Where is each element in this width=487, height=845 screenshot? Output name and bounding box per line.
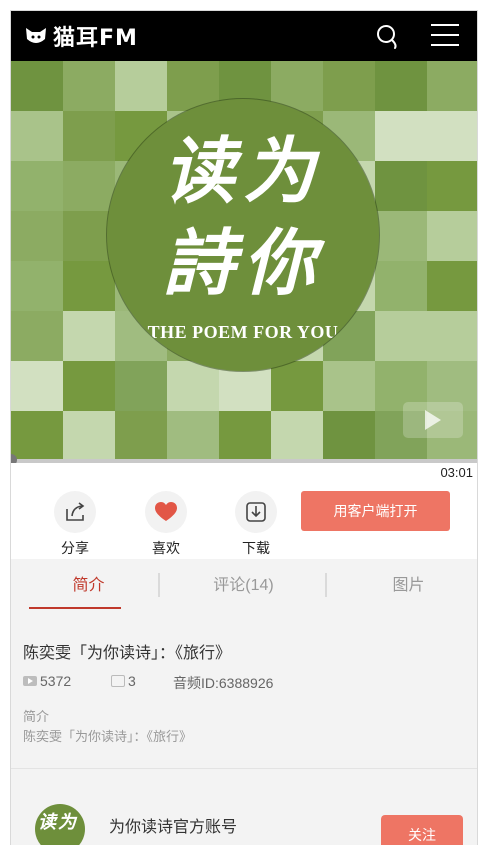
share-icon — [66, 502, 85, 521]
audio-id-value: 音频ID:6388926 — [173, 675, 274, 691]
tab-images[interactable]: 图片 — [331, 571, 477, 595]
top-bar: 猫耳FM — [11, 11, 477, 61]
mosaic-tile — [375, 111, 427, 161]
time-row: 03:01 — [11, 463, 477, 483]
tab-divider — [325, 573, 327, 597]
cover-disc-artwork: 读为 詩你 THE POEM FOR YOU — [107, 99, 379, 371]
play-button[interactable] — [403, 402, 463, 438]
share-button[interactable]: 分享 — [45, 491, 105, 558]
mosaic-tile — [375, 261, 427, 311]
cover-subtitle: THE POEM FOR YOU — [147, 322, 339, 342]
tab-intro[interactable]: 简介 — [11, 571, 166, 595]
mosaic-tile — [219, 411, 271, 461]
mosaic-tile — [271, 361, 323, 411]
sound-title: 陈奕雯「为你读诗」：《旅行》 — [23, 645, 232, 662]
mosaic-tile — [11, 261, 63, 311]
search-icon[interactable] — [375, 23, 403, 51]
active-tab-indicator — [29, 607, 121, 609]
mosaic-tile — [375, 161, 427, 211]
audio-id: 音频ID:6388926 — [173, 673, 273, 693]
mosaic-tile — [115, 61, 167, 111]
mosaic-tile — [375, 211, 427, 261]
mosaic-tile — [427, 261, 477, 311]
play-count: 5372 — [23, 673, 71, 689]
mosaic-tile — [375, 311, 427, 361]
like-button[interactable]: 喜欢 — [136, 491, 196, 558]
mosaic-tile — [11, 411, 63, 461]
mosaic-tile — [115, 411, 167, 461]
mosaic-tile — [63, 361, 115, 411]
mosaic-tile — [11, 61, 63, 111]
mosaic-tile — [427, 311, 477, 361]
mosaic-tile — [271, 411, 323, 461]
tab-bar: 简介 评论(14) 图片 — [11, 559, 477, 617]
account-name[interactable]: 为你读诗官方账号 — [109, 813, 237, 837]
album-cover: 读为 詩你 THE POEM FOR YOU — [11, 61, 477, 461]
mosaic-tile — [11, 211, 63, 261]
comment-count: 3 — [111, 673, 136, 689]
duration-label: 03:01 — [440, 465, 473, 480]
play-icon — [425, 410, 441, 430]
section-divider — [11, 768, 477, 769]
mosaic-tile — [427, 61, 477, 111]
download-button[interactable]: 下载 — [226, 491, 286, 558]
mosaic-tile — [375, 61, 427, 111]
download-label: 下载 — [242, 540, 270, 556]
tab-comments[interactable]: 评论(14) — [166, 571, 321, 595]
description-label: 简介 — [23, 709, 50, 724]
comment-count-icon — [111, 675, 125, 687]
mosaic-tile — [323, 411, 375, 461]
mosaic-tile — [115, 361, 167, 411]
open-in-app-button[interactable]: 用客户端打开 — [301, 491, 450, 531]
menu-bar — [431, 44, 459, 46]
play-count-icon — [23, 676, 37, 686]
heart-icon — [155, 502, 177, 521]
mosaic-tile — [323, 361, 375, 411]
mosaic-tile — [167, 361, 219, 411]
menu-icon[interactable] — [431, 24, 459, 48]
avatar-text: 读为 — [38, 812, 78, 833]
cover-calligraphy-line2: 詩你 — [162, 220, 323, 305]
mosaic-tile — [323, 61, 375, 111]
mosaic-tile — [427, 161, 477, 211]
action-row: 分享 喜欢 下载 用客户端打开 — [11, 483, 477, 559]
cat-ear-icon — [26, 28, 46, 43]
download-icon-circle — [235, 491, 277, 533]
mosaic-tile — [11, 361, 63, 411]
mosaic-tile — [427, 211, 477, 261]
mosaic-tile — [63, 61, 115, 111]
sound-stats: 5372 3 音频ID:6388926 — [23, 673, 463, 693]
tab-divider — [158, 573, 160, 597]
page-frame: 猫耳FM 读为 詩你 THE POEM FOR YOU 03:01 分享 喜欢 … — [10, 10, 478, 845]
mosaic-tile — [11, 311, 63, 361]
share-icon-circle — [54, 491, 96, 533]
mosaic-tile — [427, 111, 477, 161]
share-label: 分享 — [61, 540, 89, 556]
brand-name: 猫耳FM — [53, 26, 138, 51]
mosaic-tile — [11, 111, 63, 161]
download-icon — [246, 502, 266, 522]
like-icon-circle — [145, 491, 187, 533]
mosaic-tile — [63, 411, 115, 461]
account-avatar[interactable]: 读为 — [35, 804, 85, 845]
menu-bar — [431, 24, 459, 26]
brand-logo[interactable]: 猫耳FM — [25, 22, 138, 51]
like-label: 喜欢 — [152, 540, 180, 556]
description-text: 陈奕雯「为你读诗」：《旅行》 — [23, 729, 193, 744]
mosaic-tile — [167, 411, 219, 461]
play-count-value: 5372 — [40, 673, 72, 689]
cover-calligraphy-line1: 读为 — [162, 128, 323, 213]
comment-count-value: 3 — [128, 673, 136, 689]
follow-button[interactable]: 关注 — [381, 815, 463, 845]
mosaic-tile — [11, 161, 63, 211]
menu-bar — [431, 34, 459, 36]
